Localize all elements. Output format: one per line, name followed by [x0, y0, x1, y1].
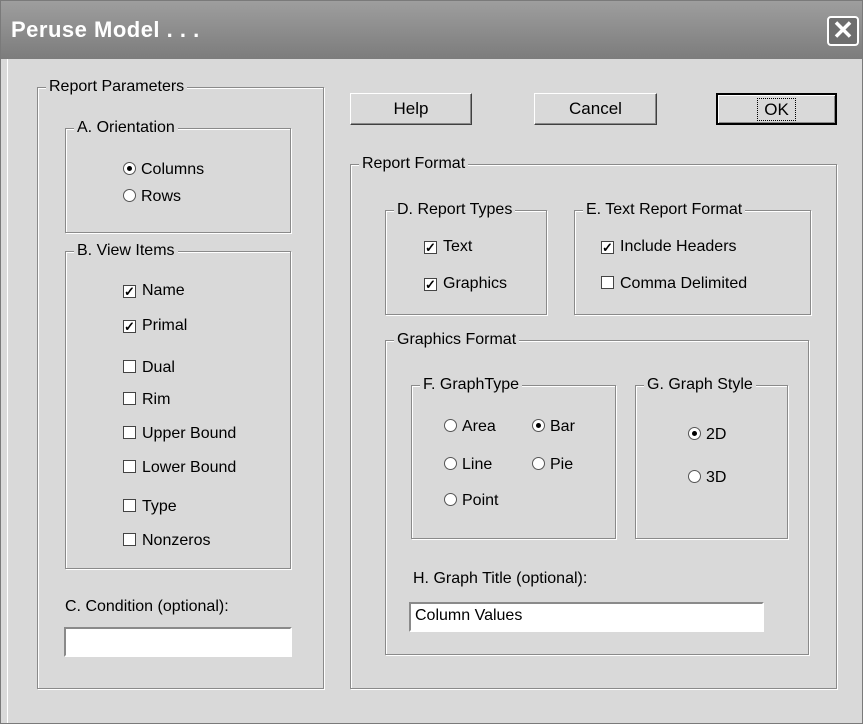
- checkbox-icon: [123, 392, 136, 405]
- checkbox-upper-bound[interactable]: Upper Bound: [123, 423, 236, 445]
- text-report-format-legend: E. Text Report Format: [583, 199, 746, 221]
- help-button[interactable]: Help: [350, 93, 472, 125]
- checkbox-type-label: Type: [142, 498, 177, 515]
- cancel-button[interactable]: Cancel: [534, 93, 657, 125]
- radio-3d[interactable]: 3D: [688, 467, 726, 489]
- radio-selected-icon: [688, 427, 701, 440]
- checkbox-checked-icon: ✓: [424, 277, 437, 292]
- radio-columns[interactable]: Columns: [123, 159, 204, 181]
- radio-3d-label: 3D: [706, 469, 727, 486]
- checkbox-lower-bound[interactable]: Lower Bound: [123, 457, 236, 479]
- graph-title-label: H. Graph Title (optional):: [413, 570, 588, 587]
- checkbox-nonzeros-label: Nonzeros: [142, 532, 211, 549]
- radio-line-label: Line: [462, 456, 493, 473]
- orientation-legend: A. Orientation: [74, 117, 178, 139]
- report-format-legend: Report Format: [359, 153, 469, 175]
- ok-button-label: OK: [757, 98, 796, 121]
- radio-unselected-icon: [444, 457, 457, 470]
- view-items-group: B. View Items ✓ Name ✓ Primal Dual Rim Upp…: [65, 240, 291, 569]
- radio-rows[interactable]: Rows: [123, 186, 181, 208]
- checkbox-dual-label: Dual: [142, 359, 175, 376]
- checkbox-checked-icon: ✓: [601, 240, 614, 255]
- window-title: Peruse Model . . .: [11, 17, 200, 42]
- radio-pie-label: Pie: [550, 456, 574, 473]
- checkbox-type[interactable]: Type: [123, 496, 177, 518]
- graph-type-legend: F. GraphType: [420, 374, 523, 396]
- report-types-group: D. Report Types ✓ Text ✓ Graphics: [385, 199, 547, 315]
- checkbox-primal-label: Primal: [142, 317, 188, 334]
- checkbox-icon: [123, 499, 136, 512]
- checkbox-icon: [601, 276, 614, 289]
- radio-line[interactable]: Line: [444, 454, 492, 476]
- checkbox-rim-label: Rim: [142, 391, 171, 408]
- checkbox-icon: [123, 360, 136, 373]
- radio-2d[interactable]: 2D: [688, 424, 726, 446]
- peruse-model-dialog: Peruse Model . . . ✕ Report Parameters A…: [0, 0, 863, 724]
- checkbox-icon: [123, 426, 136, 439]
- checkbox-include-headers-label: Include Headers: [620, 238, 737, 255]
- checkbox-text-label: Text: [443, 238, 473, 255]
- checkbox-include-headers[interactable]: ✓ Include Headers: [601, 236, 737, 258]
- checkbox-graphics-label: Graphics: [443, 275, 508, 292]
- client-edge: [7, 59, 8, 723]
- checkbox-checked-icon: ✓: [123, 319, 136, 334]
- radio-bar-label: Bar: [550, 418, 575, 435]
- checkbox-name-label: Name: [142, 282, 185, 299]
- close-icon[interactable]: ✕: [827, 16, 859, 46]
- radio-pie[interactable]: Pie: [532, 454, 573, 476]
- ok-button[interactable]: OK: [716, 93, 837, 125]
- radio-unselected-icon: [688, 470, 701, 483]
- radio-unselected-icon: [444, 419, 457, 432]
- radio-area[interactable]: Area: [444, 416, 496, 438]
- checkbox-name[interactable]: ✓ Name: [123, 280, 185, 302]
- checkbox-text[interactable]: ✓ Text: [424, 236, 472, 258]
- radio-unselected-icon: [123, 189, 136, 202]
- radio-point[interactable]: Point: [444, 490, 498, 512]
- text-report-format-group: E. Text Report Format ✓ Include Headers C…: [574, 199, 811, 315]
- report-parameters-legend: Report Parameters: [46, 76, 188, 98]
- checkbox-primal[interactable]: ✓ Primal: [123, 315, 187, 337]
- radio-2d-label: 2D: [706, 426, 727, 443]
- radio-point-label: Point: [462, 492, 499, 509]
- radio-selected-icon: [532, 419, 545, 432]
- radio-unselected-icon: [444, 493, 457, 506]
- radio-rows-label: Rows: [141, 188, 182, 205]
- checkbox-lower-bound-label: Lower Bound: [142, 459, 237, 476]
- checkbox-comma-delimited-label: Comma Delimited: [620, 275, 748, 292]
- radio-unselected-icon: [532, 457, 545, 470]
- checkbox-rim[interactable]: Rim: [123, 389, 170, 411]
- checkbox-checked-icon: ✓: [424, 240, 437, 255]
- radio-selected-icon: [123, 162, 136, 175]
- radio-area-label: Area: [462, 418, 496, 435]
- graph-title-input[interactable]: Column Values: [409, 602, 764, 632]
- checkbox-comma-delimited[interactable]: Comma Delimited: [601, 273, 747, 295]
- orientation-group: A. Orientation Columns Rows: [65, 117, 291, 233]
- checkbox-dual[interactable]: Dual: [123, 357, 175, 379]
- report-types-legend: D. Report Types: [394, 199, 516, 221]
- radio-columns-label: Columns: [141, 161, 205, 178]
- view-items-legend: B. View Items: [74, 240, 178, 262]
- graph-style-group: G. Graph Style 2D 3D: [635, 374, 788, 539]
- graph-style-legend: G. Graph Style: [644, 374, 756, 396]
- checkbox-nonzeros[interactable]: Nonzeros: [123, 530, 210, 552]
- graphics-format-legend: Graphics Format: [394, 329, 520, 351]
- checkbox-icon: [123, 533, 136, 546]
- checkbox-graphics[interactable]: ✓ Graphics: [424, 273, 507, 295]
- checkbox-icon: [123, 460, 136, 473]
- radio-bar[interactable]: Bar: [532, 416, 575, 438]
- graph-type-group: F. GraphType Area Bar Line Pie Point: [411, 374, 616, 539]
- condition-label: C. Condition (optional):: [65, 598, 229, 615]
- condition-input[interactable]: [64, 627, 292, 657]
- checkbox-checked-icon: ✓: [123, 284, 136, 299]
- title-bar[interactable]: Peruse Model . . . ✕: [1, 1, 862, 59]
- checkbox-upper-bound-label: Upper Bound: [142, 425, 237, 442]
